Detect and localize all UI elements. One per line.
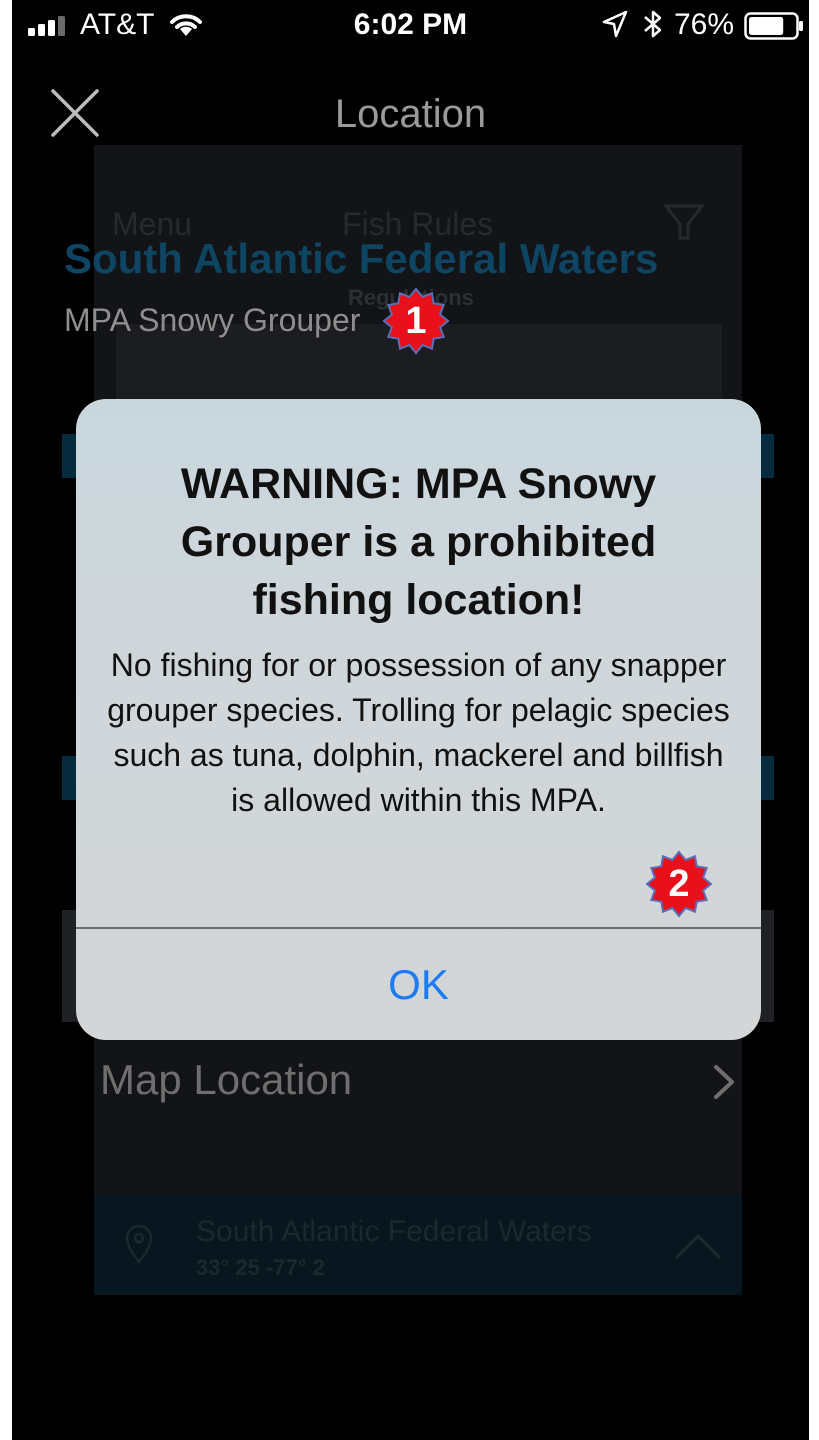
location-pin-icon: [125, 1224, 153, 1264]
alert-dialog: WARNING: MPA Snowy Grouper is a prohibit…: [76, 399, 761, 1040]
ok-button[interactable]: OK: [76, 929, 761, 1040]
annotation-badge-1: 1: [382, 287, 450, 355]
chevron-up-icon: [675, 1234, 721, 1259]
page-edge-left: [0, 0, 12, 1440]
annotation-badge-number: 1: [405, 300, 427, 342]
battery-percent: 76%: [674, 8, 735, 41]
annotation-badge-number: 2: [668, 863, 690, 905]
alert-message: No fishing for or possession of any snap…: [107, 647, 730, 818]
map-location-label: Map Location: [100, 1056, 353, 1103]
location-arrow-icon: [602, 10, 628, 38]
filter-icon: [664, 204, 704, 240]
status-bar: AT&T 6:02 PM 76%: [12, 0, 809, 52]
location-subtitle: MPA Snowy Grouper: [64, 302, 361, 338]
battery-icon: [744, 12, 803, 40]
location-title: South Atlantic Federal Waters: [64, 235, 659, 282]
chevron-right-icon: [714, 1065, 734, 1099]
page-edge-right: [809, 0, 819, 1440]
phone-screen: AT&T 6:02 PM 76% Location Menu Fish Rule…: [12, 0, 809, 1440]
annotation-badge-2: 2: [645, 850, 713, 918]
nav-title: Location: [334, 92, 487, 136]
bluetooth-icon: [644, 10, 662, 38]
bottom-bar-coordinates: 33° 25 -77° 2: [196, 1255, 325, 1280]
alert-title: WARNING: MPA Snowy Grouper is a prohibit…: [180, 460, 657, 624]
bottom-bar-location-name: South Atlantic Federal Waters: [196, 1215, 592, 1248]
